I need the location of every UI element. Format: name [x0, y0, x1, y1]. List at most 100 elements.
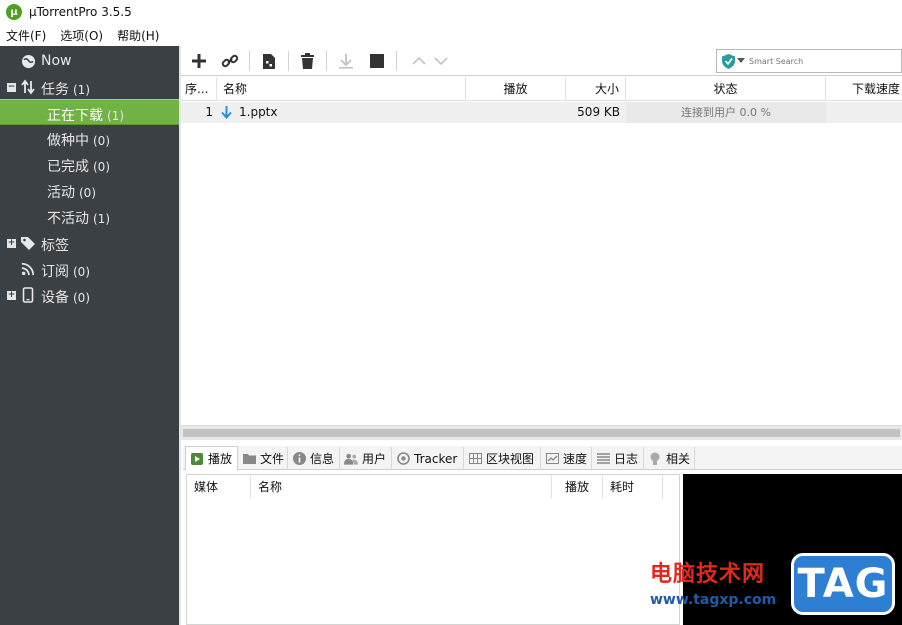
downloading-arrow-icon [221, 102, 237, 123]
count-badge: (1) [73, 83, 90, 97]
count-badge: (0) [73, 291, 90, 305]
transfer-arrows-icon [20, 79, 36, 95]
tab-peers[interactable]: 用户 [340, 447, 392, 470]
caret-down-icon [736, 58, 745, 63]
sidebar-item-seeding[interactable]: 做种中 (0) [0, 125, 179, 151]
column-size[interactable]: 大小 [566, 77, 626, 101]
category-sidebar: Now − 任务 (1) 正在下载 (1) 做种中 (0) 已完成 (0) 活动 (0) … [0, 46, 179, 625]
sidebar-item-label: 订阅 (0) [41, 264, 90, 280]
column-status[interactable]: 状态 [626, 77, 826, 101]
tab-related[interactable]: 相关 [644, 447, 695, 470]
count-badge: (1) [93, 212, 110, 226]
sidebar-item-labels[interactable]: + 标签 [0, 230, 179, 256]
plus-icon [192, 54, 206, 68]
tracker-icon [396, 452, 410, 466]
menu-bar: 文件(F) 选项(O) 帮助(H) [0, 26, 159, 44]
tab-pieces[interactable]: 区块视图 [464, 447, 541, 470]
expand-icon[interactable]: + [7, 239, 16, 248]
count-badge: (0) [93, 160, 110, 174]
row-size: 509 KB [577, 105, 620, 119]
watermark-url: www.tagxp.com [650, 592, 777, 608]
torrent-list-header: 序... 名称 播放 大小 状态 下载速度 [181, 77, 902, 101]
table-row[interactable]: 1 1.pptx 509 KB 连接到用户 0.0 % [181, 102, 902, 123]
list-icon [596, 452, 610, 466]
sidebar-item-active[interactable]: 活动 (0) [0, 177, 179, 203]
sidebar-item-label: 任务 (1) [41, 82, 90, 98]
sidebar-item-inactive[interactable]: 不活动 (1) [0, 203, 179, 229]
tab-info[interactable]: 信息 [288, 447, 340, 470]
trash-icon [300, 52, 314, 69]
start-button[interactable] [334, 50, 358, 72]
sidebar-item-label: 设备 (0) [41, 290, 90, 306]
expand-icon[interactable]: + [7, 291, 16, 300]
tab-play[interactable]: 播放 [185, 446, 238, 471]
shield-icon [721, 53, 735, 69]
column-name[interactable]: 名称 [251, 475, 552, 499]
count-badge: (0) [73, 265, 90, 279]
window-title: µTorrentPro 3.5.5 [29, 5, 132, 19]
link-icon [221, 54, 239, 68]
sidebar-item-downloading[interactable]: 正在下载 (1) [0, 99, 179, 125]
count-badge: (1) [107, 109, 124, 123]
menu-options[interactable]: 选项(O) [60, 27, 103, 44]
stop-button[interactable] [365, 50, 389, 72]
main-toolbar [181, 46, 902, 76]
row-name: 1.pptx [239, 105, 278, 119]
sidebar-item-label: 不活动 (1) [47, 211, 110, 227]
stop-icon [370, 54, 384, 68]
column-name[interactable]: 名称 [217, 77, 466, 101]
tab-log[interactable]: 日志 [592, 447, 644, 470]
row-seq: 1 [205, 105, 213, 119]
speed-graph-icon [545, 452, 559, 466]
phone-icon [20, 287, 36, 303]
search-input[interactable] [749, 56, 889, 66]
sidebar-item-devices[interactable]: + 设备 (0) [0, 282, 179, 308]
column-play[interactable]: 播放 [552, 475, 603, 499]
column-duration[interactable]: 耗时 [603, 475, 663, 499]
sidebar-item-tasks[interactable]: − 任务 (1) [0, 74, 179, 100]
create-torrent-button[interactable] [257, 50, 281, 72]
detail-tabs: 播放 文件 信息 用户 Tracker 区块视图 速度 日志 相关 [183, 446, 902, 471]
play-tab-icon [190, 452, 204, 466]
move-up-button[interactable] [407, 50, 431, 72]
add-torrent-button[interactable] [187, 50, 211, 72]
sidebar-item-feeds[interactable]: 订阅 (0) [0, 256, 179, 282]
add-url-button[interactable] [218, 50, 242, 72]
scrollbar-thumb[interactable] [183, 429, 900, 437]
new-file-icon [263, 53, 275, 69]
chevron-up-icon [412, 56, 426, 65]
sidebar-item-label: 已完成 (0) [47, 159, 110, 175]
collapse-icon[interactable]: − [7, 83, 16, 92]
tag-icon [20, 235, 36, 251]
utorrent-logo-icon: µ [6, 4, 22, 20]
info-icon [292, 452, 306, 466]
row-status: 连接到用户 0.0 % [626, 102, 826, 123]
watermark-text: 电脑技术网 [650, 562, 766, 587]
column-download-speed[interactable]: 下载速度 [826, 77, 902, 101]
download-arrow-icon [339, 54, 353, 69]
column-seq[interactable]: 序... [181, 77, 217, 101]
torrent-list: 序... 名称 播放 大小 状态 下载速度 1 1.pptx 509 KB 连接… [181, 77, 902, 440]
count-badge: (0) [79, 186, 96, 200]
column-media[interactable]: 媒体 [187, 475, 251, 499]
sidebar-item-now[interactable]: Now [0, 48, 179, 74]
tab-files[interactable]: 文件 [238, 447, 288, 470]
menu-help[interactable]: 帮助(H) [117, 27, 159, 44]
now-globe-icon [20, 53, 36, 69]
move-down-button[interactable] [429, 50, 453, 72]
title-bar: µ µTorrentPro 3.5.5 [0, 0, 902, 24]
remove-button[interactable] [295, 50, 319, 72]
lightbulb-icon [648, 452, 662, 466]
sidebar-item-completed[interactable]: 已完成 (0) [0, 151, 179, 177]
count-badge: (0) [93, 134, 110, 148]
column-play[interactable]: 播放 [466, 77, 566, 101]
media-list: 媒体 名称 播放 耗时 [186, 474, 680, 625]
watermark-logo: TAG [791, 553, 895, 615]
tab-speed[interactable]: 速度 [541, 447, 592, 470]
menu-file[interactable]: 文件(F) [6, 27, 46, 44]
tab-tracker[interactable]: Tracker [392, 447, 464, 470]
horizontal-scrollbar[interactable] [181, 425, 902, 440]
sidebar-item-label: 活动 (0) [47, 185, 96, 201]
search-provider-dropdown[interactable] [717, 50, 749, 72]
sidebar-item-label: 正在下载 (1) [47, 108, 124, 124]
